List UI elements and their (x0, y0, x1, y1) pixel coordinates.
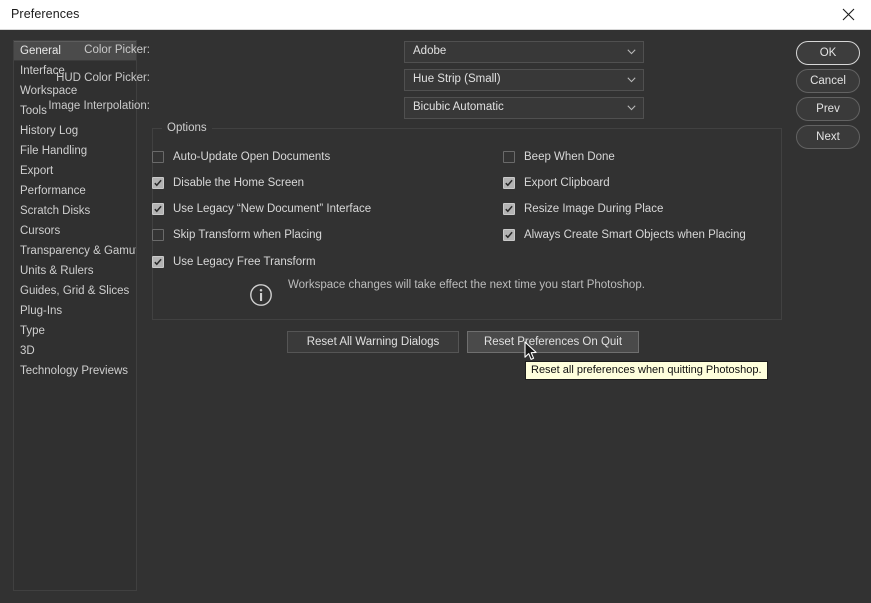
sidebar-item-scratch-disks[interactable]: Scratch Disks (14, 201, 136, 221)
checkbox-label: Auto-Update Open Documents (173, 151, 330, 163)
dialog-action-buttons: OK Cancel Prev Next (796, 41, 860, 153)
chevron-down-icon (627, 77, 636, 83)
image-interpolation-select[interactable]: Bicubic Automatic (404, 97, 644, 119)
tooltip: Reset all preferences when quitting Phot… (525, 361, 768, 380)
sidebar-item-performance[interactable]: Performance (14, 181, 136, 201)
sidebar-item-3d[interactable]: 3D (14, 341, 136, 361)
check-icon (505, 231, 513, 239)
checkbox-box (152, 203, 164, 215)
checkbox-beep-when-done[interactable]: Beep When Done (503, 148, 615, 166)
ok-button[interactable]: OK (796, 41, 860, 65)
next-button[interactable]: Next (796, 125, 860, 149)
image-interpolation-label: Image Interpolation: (0, 100, 150, 112)
sidebar-item-type[interactable]: Type (14, 321, 136, 341)
checkbox-box (503, 203, 515, 215)
prev-button[interactable]: Prev (796, 97, 860, 121)
checkbox-export-clipboard[interactable]: Export Clipboard (503, 174, 610, 192)
checkbox-skip-transform-when-placing[interactable]: Skip Transform when Placing (152, 226, 322, 244)
checkbox-disable-the-home-screen[interactable]: Disable the Home Screen (152, 174, 304, 192)
preferences-dialog: Preferences General Interface Workspace … (0, 0, 871, 603)
checkbox-always-create-smart-objects-when-placing[interactable]: Always Create Smart Objects when Placing (503, 226, 746, 244)
checkbox-label: Use Legacy “New Document” Interface (173, 203, 371, 215)
sidebar-item-units-rulers[interactable]: Units & Rulers (14, 261, 136, 281)
close-icon[interactable] (825, 0, 871, 29)
reset-all-warning-dialogs-button[interactable]: Reset All Warning Dialogs (287, 331, 459, 353)
checkbox-label: Beep When Done (524, 151, 615, 163)
checkbox-use-legacy-free-transform[interactable]: Use Legacy Free Transform (152, 253, 316, 271)
check-icon (154, 179, 162, 187)
sidebar-item-guides-grid-slices[interactable]: Guides, Grid & Slices (14, 281, 136, 301)
sidebar-item-plug-ins[interactable]: Plug-Ins (14, 301, 136, 321)
sidebar-item-workspace[interactable]: Workspace (14, 81, 136, 101)
sidebar-item-export[interactable]: Export (14, 161, 136, 181)
image-interpolation-value: Bicubic Automatic (413, 101, 504, 113)
check-icon (154, 258, 162, 266)
sidebar-item-history-log[interactable]: History Log (14, 121, 136, 141)
chevron-down-icon (627, 49, 636, 55)
checkbox-label: Always Create Smart Objects when Placing (524, 229, 746, 241)
hud-color-picker-value: Hue Strip (Small) (413, 73, 501, 85)
color-picker-label: Color Picker: (0, 44, 150, 56)
checkbox-label: Skip Transform when Placing (173, 229, 322, 241)
checkbox-box (152, 229, 164, 241)
chevron-down-icon (627, 105, 636, 111)
cancel-button[interactable]: Cancel (796, 69, 860, 93)
checkbox-label: Disable the Home Screen (173, 177, 304, 189)
check-icon (154, 205, 162, 213)
checkbox-box (503, 229, 515, 241)
checkbox-use-legacy-new-document-interface[interactable]: Use Legacy “New Document” Interface (152, 200, 371, 218)
checkbox-box (152, 151, 164, 163)
info-icon (249, 283, 273, 307)
sidebar-item-cursors[interactable]: Cursors (14, 221, 136, 241)
sidebar-item-transparency-gamut[interactable]: Transparency & Gamut (14, 241, 136, 261)
hud-color-picker-label: HUD Color Picker: (0, 72, 150, 84)
checkbox-label: Resize Image During Place (524, 203, 663, 215)
checkbox-box (152, 177, 164, 189)
color-picker-value: Adobe (413, 45, 446, 57)
titlebar: Preferences (0, 0, 871, 30)
checkbox-box (503, 151, 515, 163)
color-picker-select[interactable]: Adobe (404, 41, 644, 63)
checkbox-label: Use Legacy Free Transform (173, 256, 316, 268)
sidebar-item-technology-previews[interactable]: Technology Previews (14, 361, 136, 381)
checkbox-box (503, 177, 515, 189)
check-icon (505, 179, 513, 187)
checkbox-box (152, 256, 164, 268)
window-title: Preferences (11, 7, 80, 21)
workspace-note-text: Workspace changes will take effect the n… (288, 279, 645, 291)
hud-color-picker-select[interactable]: Hue Strip (Small) (404, 69, 644, 91)
sidebar[interactable]: General Interface Workspace Tools Histor… (13, 40, 137, 591)
reset-preferences-on-quit-button[interactable]: Reset Preferences On Quit (467, 331, 639, 353)
sidebar-item-file-handling[interactable]: File Handling (14, 141, 136, 161)
check-icon (505, 205, 513, 213)
options-legend: Options (162, 122, 212, 134)
checkbox-resize-image-during-place[interactable]: Resize Image During Place (503, 200, 663, 218)
checkbox-auto-update-open-documents[interactable]: Auto-Update Open Documents (152, 148, 330, 166)
checkbox-label: Export Clipboard (524, 177, 610, 189)
